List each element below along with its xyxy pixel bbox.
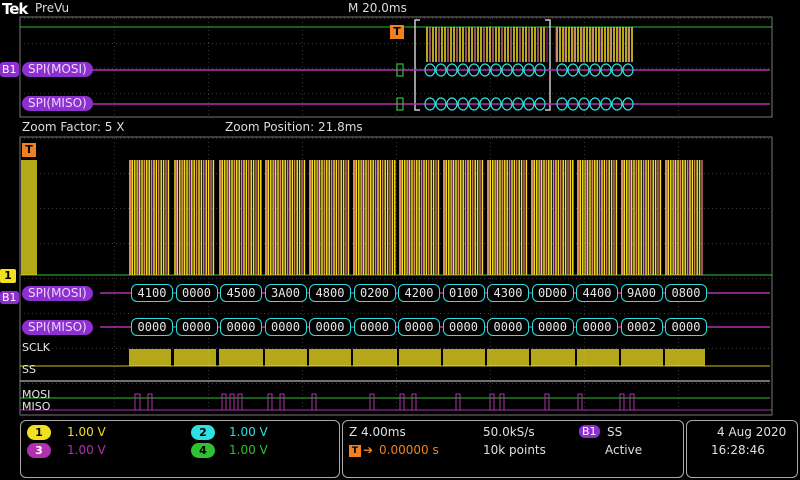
overview-b1-badge-wrap: B1 bbox=[0, 62, 19, 77]
sample-rate: 50.0kS/s bbox=[483, 425, 535, 439]
zoom-miso-label[interactable]: SPI(MISO) bbox=[22, 320, 93, 335]
zoom-position: Zoom Position: 21.8ms bbox=[225, 120, 363, 134]
miso-pulse bbox=[629, 393, 635, 410]
miso-pulse bbox=[369, 393, 375, 410]
mosi-packet[interactable]: 0100 bbox=[442, 284, 485, 302]
bus-name: SS bbox=[607, 425, 623, 439]
zoom-b1-badge-wrap: B1 bbox=[0, 286, 19, 305]
ch4-badge[interactable]: 4 bbox=[191, 443, 215, 458]
zoom-b1-badge[interactable]: B1 bbox=[0, 291, 19, 304]
miso-pulse bbox=[577, 393, 583, 410]
ch2-badge[interactable]: 2 bbox=[191, 425, 215, 440]
zoom-trigger-marker[interactable]: T bbox=[22, 143, 36, 157]
zoom-scale: Z 4.00ms bbox=[349, 425, 406, 439]
overview-miso-label[interactable]: SPI(MISO) bbox=[22, 96, 93, 111]
miso-label[interactable]: MISO bbox=[22, 400, 50, 413]
miso-packet[interactable]: 0000 bbox=[487, 318, 529, 336]
acquisition-panel[interactable]: Z 4.00ms 50.0kS/s T ➔ 0.00000 s 10k poin… bbox=[342, 420, 684, 478]
miso-packet[interactable]: 0000 bbox=[175, 318, 218, 336]
miso-pulse bbox=[411, 393, 417, 410]
mosi-packet[interactable]: 4800 bbox=[309, 284, 351, 302]
ch2-scale: 1.00 V bbox=[229, 425, 268, 439]
channel-scale-panel[interactable]: 1 1.00 V 2 1.00 V 3 1.00 V 4 1.00 V bbox=[20, 420, 340, 478]
zoom-factor: Zoom Factor: 5 X bbox=[22, 120, 125, 134]
miso-packet[interactable]: 0000 bbox=[442, 318, 485, 336]
miso-packet[interactable]: 0000 bbox=[264, 318, 307, 336]
ch4-scale: 1.00 V bbox=[229, 443, 268, 457]
trigger-position: 0.00000 s bbox=[379, 443, 439, 457]
miso-pulse bbox=[134, 393, 141, 410]
miso-pulse bbox=[279, 393, 285, 410]
mosi-packet[interactable]: 0D00 bbox=[531, 284, 574, 302]
miso-packet[interactable]: 0000 bbox=[220, 318, 262, 336]
mosi-packet[interactable]: 4100 bbox=[131, 284, 173, 302]
mosi-packet[interactable]: 4400 bbox=[576, 284, 618, 302]
mosi-packet[interactable]: 0200 bbox=[353, 284, 396, 302]
miso-packet[interactable]: 0000 bbox=[309, 318, 351, 336]
date: 4 Aug 2020 bbox=[717, 425, 787, 439]
sclk-trace bbox=[129, 349, 705, 366]
record-length: 10k points bbox=[483, 443, 546, 457]
mosi-packet[interactable]: 4200 bbox=[398, 284, 440, 302]
zoom-mosi-label[interactable]: SPI(MOSI) bbox=[22, 286, 93, 301]
miso-pulse bbox=[237, 393, 243, 410]
ss-label[interactable]: SS bbox=[22, 363, 36, 376]
trigger-position-icon: T bbox=[349, 445, 361, 457]
mosi-packet[interactable]: 0000 bbox=[175, 284, 218, 302]
zoom-bracket-left bbox=[414, 19, 420, 111]
ch1-level-marker[interactable]: 1 bbox=[0, 269, 16, 283]
overview-bursts bbox=[426, 27, 633, 62]
miso-packet[interactable]: 0000 bbox=[353, 318, 396, 336]
mosi-packet[interactable]: 4300 bbox=[487, 284, 529, 302]
miso-pulse bbox=[619, 393, 625, 410]
miso-packet[interactable]: 0000 bbox=[576, 318, 618, 336]
waveform-display bbox=[19, 16, 773, 416]
miso-pulse bbox=[455, 393, 461, 410]
miso-pulse bbox=[229, 393, 235, 410]
mosi-packet[interactable]: 3A00 bbox=[264, 284, 307, 302]
time: 16:28:46 bbox=[711, 443, 765, 457]
datetime-panel[interactable]: 4 Aug 2020 16:28:46 bbox=[686, 420, 798, 478]
ch3-badge[interactable]: 3 bbox=[27, 443, 51, 458]
overview-trigger-marker[interactable]: T bbox=[390, 25, 404, 39]
ch3-scale: 1.00 V bbox=[67, 443, 106, 457]
miso-packet[interactable]: 0000 bbox=[398, 318, 440, 336]
arrow-right-icon: ➔ bbox=[363, 443, 374, 457]
zoom-trace bbox=[20, 160, 772, 276]
miso-pulse bbox=[399, 393, 405, 410]
miso-packet[interactable]: 0002 bbox=[620, 318, 663, 336]
miso-pulse bbox=[267, 393, 273, 410]
b1-badge[interactable]: B1 bbox=[0, 62, 19, 77]
miso-pulse bbox=[499, 393, 505, 410]
sclk-label[interactable]: SCLK bbox=[22, 341, 50, 354]
mosi-packet[interactable]: 9A00 bbox=[620, 284, 663, 302]
mosi-packet[interactable]: 0800 bbox=[665, 284, 707, 302]
miso-packet[interactable]: 0000 bbox=[131, 318, 173, 336]
ch1-badge[interactable]: 1 bbox=[27, 425, 51, 440]
miso-pulse bbox=[221, 393, 227, 410]
readout-bar: 1 1.00 V 2 1.00 V 3 1.00 V 4 1.00 V Z 4.… bbox=[0, 418, 800, 480]
miso-packet[interactable]: 0000 bbox=[665, 318, 707, 336]
miso-pulse bbox=[544, 393, 550, 410]
miso-pulse bbox=[311, 393, 317, 410]
overview-mosi-label[interactable]: SPI(MOSI) bbox=[22, 62, 93, 77]
mosi-packet[interactable]: 4500 bbox=[220, 284, 262, 302]
miso-packet[interactable]: 0000 bbox=[531, 318, 574, 336]
bus-badge[interactable]: B1 bbox=[579, 425, 600, 438]
overview-packets bbox=[396, 63, 634, 111]
miso-pulse bbox=[147, 393, 153, 410]
ch1-scale: 1.00 V bbox=[67, 425, 106, 439]
bus-state: Active bbox=[605, 443, 643, 457]
